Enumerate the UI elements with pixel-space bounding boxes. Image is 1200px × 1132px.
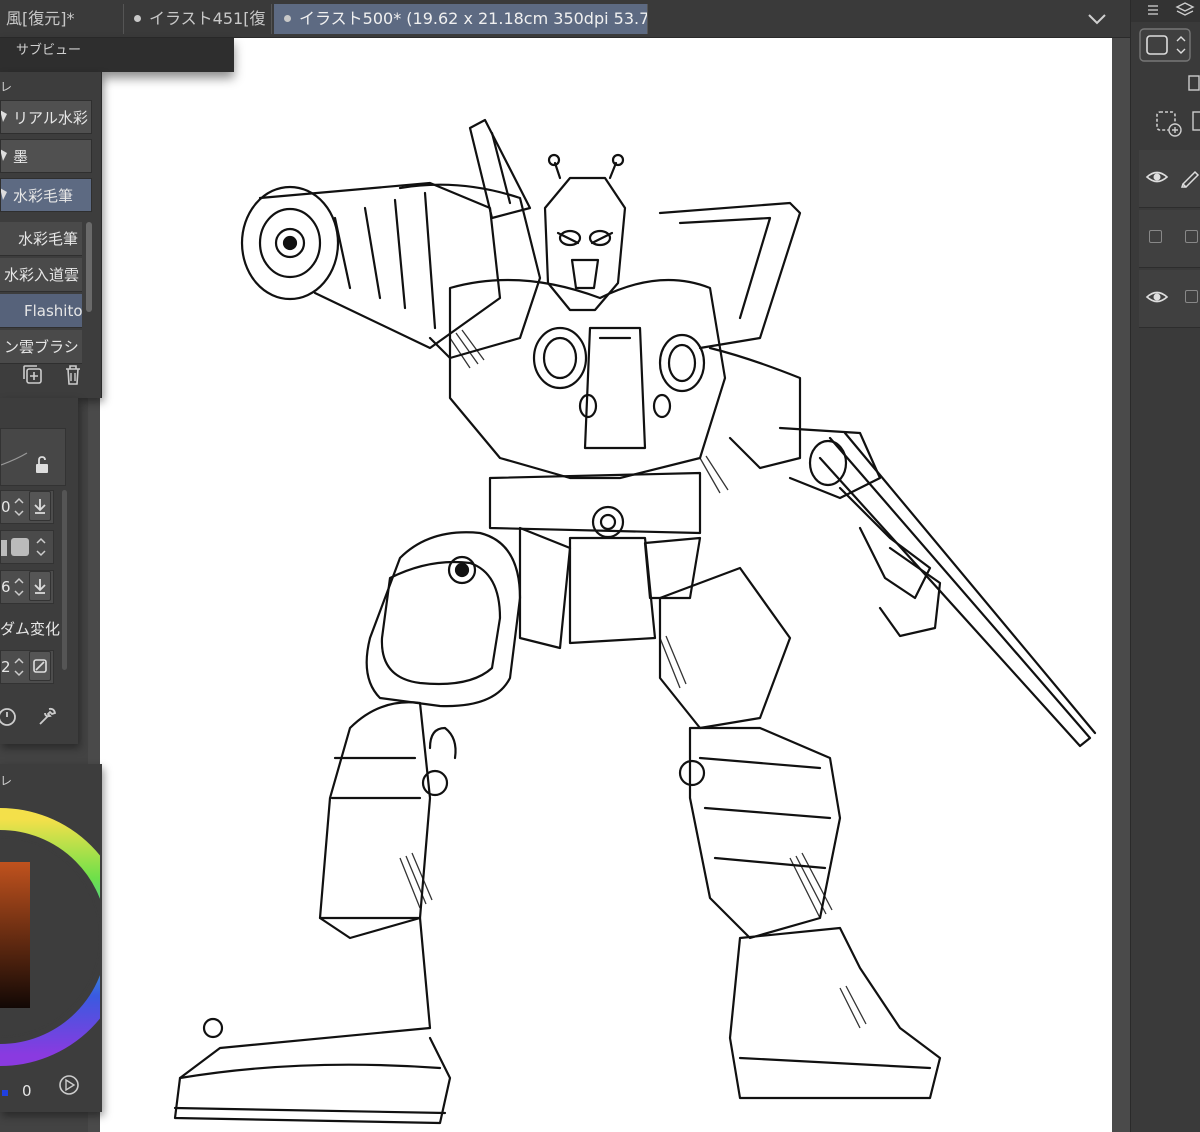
new-layer-icon[interactable] bbox=[1153, 108, 1183, 138]
visibility-checkbox[interactable] bbox=[1149, 230, 1162, 243]
tab-document-1[interactable]: 風[復元]* bbox=[0, 4, 124, 34]
layer-clip-icon[interactable] bbox=[1187, 108, 1200, 134]
brush-label: Flashito bbox=[24, 302, 82, 320]
panel-edge-label: レ bbox=[0, 80, 13, 94]
trash-icon[interactable] bbox=[60, 362, 86, 388]
brush-tip-icon bbox=[1, 188, 7, 200]
brush-group-label: 水彩毛筆 bbox=[13, 187, 74, 205]
layer-panel-header bbox=[1131, 0, 1200, 22]
shape-preview-icon bbox=[11, 538, 29, 556]
brush-list-item[interactable]: Flashito bbox=[0, 294, 82, 328]
menu-icon[interactable] bbox=[1145, 2, 1161, 18]
brush-palette-panel: レ リアル水彩 墨 水彩毛筆 水彩毛筆 水彩入道雲 Flashito ン雲ブラシ bbox=[0, 72, 102, 398]
lock-checkbox[interactable] bbox=[1185, 230, 1198, 243]
brush-group-label: リアル水彩 bbox=[13, 109, 88, 127]
spin-stepper-icon[interactable] bbox=[13, 654, 25, 680]
brush-tip-icon bbox=[1, 110, 7, 122]
brush-list-scrollbar[interactable] bbox=[86, 222, 92, 312]
color-value: 0 bbox=[22, 1082, 32, 1100]
brush-group-item[interactable]: 水彩毛筆 bbox=[0, 178, 92, 212]
panel-edge-label: レ bbox=[0, 774, 13, 788]
tool-property-panel: 0 6 ダム変化 2 bbox=[0, 398, 78, 744]
chevron-down-icon[interactable] bbox=[1086, 8, 1108, 30]
download-icon bbox=[34, 579, 46, 594]
download-button[interactable] bbox=[29, 491, 51, 521]
canvas-area[interactable] bbox=[88, 38, 1130, 1132]
robot-line-art-illustration bbox=[173, 118, 1097, 1125]
brush-group-item[interactable]: リアル水彩 bbox=[0, 100, 92, 134]
pencil-icon bbox=[1180, 170, 1200, 188]
download-button[interactable] bbox=[29, 571, 51, 601]
color-wheel[interactable] bbox=[0, 802, 100, 1072]
brush-label: 水彩毛筆 bbox=[18, 230, 79, 248]
pressure-icon bbox=[33, 659, 47, 673]
tab-label: イラスト500* (19.62 x 21.18cm 350dpi 53.7%) bbox=[299, 9, 648, 28]
brush-group-item[interactable]: 墨 bbox=[0, 139, 92, 173]
pressure-button[interactable] bbox=[29, 651, 51, 681]
drawing-canvas[interactable] bbox=[100, 38, 1112, 1132]
spin-stepper-icon[interactable] bbox=[35, 534, 47, 560]
layers-icon[interactable] bbox=[1175, 0, 1195, 20]
brush-list-item[interactable]: ン雲ブラシ bbox=[0, 330, 82, 364]
brush-label: ン雲ブラシ bbox=[4, 338, 79, 356]
color-wheel-panel: レ 0 bbox=[0, 764, 102, 1112]
brush-shape-field[interactable] bbox=[0, 530, 54, 564]
layer-row[interactable] bbox=[1139, 210, 1200, 268]
brush-tip-icon bbox=[1, 149, 7, 161]
eye-icon[interactable] bbox=[1145, 288, 1169, 306]
lock-checkbox[interactable] bbox=[1185, 290, 1198, 303]
duplicate-brush-icon[interactable] bbox=[20, 362, 46, 388]
spin-stepper-icon[interactable] bbox=[13, 574, 25, 600]
subview-menu[interactable]: サブビュー bbox=[0, 38, 234, 72]
brush-list-item[interactable]: 水彩毛筆 bbox=[0, 222, 82, 256]
unsaved-dot-icon bbox=[284, 15, 291, 22]
document-tab-bar: 風[復元]* イラスト451[復 イラスト500* (19.62 x 21.18… bbox=[0, 0, 1130, 38]
layer-row[interactable] bbox=[1139, 150, 1200, 208]
copy-layer-icon[interactable] bbox=[1181, 72, 1200, 94]
app-window: 風[復元]* イラスト451[復 イラスト500* (19.62 x 21.18… bbox=[0, 0, 1200, 1132]
brush-label: 水彩入道雲 bbox=[4, 266, 80, 284]
download-icon bbox=[34, 499, 46, 514]
brush-size-value: 0 bbox=[1, 498, 11, 516]
lock-icon[interactable] bbox=[33, 455, 51, 475]
layer-row[interactable] bbox=[1139, 270, 1200, 328]
tab-label: イラスト451[復 bbox=[149, 9, 266, 28]
unsaved-dot-icon bbox=[134, 15, 141, 22]
random-variation-label: ダム変化 bbox=[0, 620, 61, 638]
wrench-icon[interactable] bbox=[34, 704, 60, 730]
spin-stepper-icon[interactable] bbox=[13, 494, 25, 520]
brush-group-label: 墨 bbox=[13, 148, 29, 166]
tab-document-3[interactable]: イラスト500* (19.62 x 21.18cm 350dpi 53.7%) bbox=[274, 4, 648, 34]
play-icon[interactable] bbox=[58, 1074, 80, 1096]
reset-icon[interactable] bbox=[0, 704, 20, 730]
brush-density-value: 6 bbox=[1, 578, 11, 596]
layer-mode-button[interactable] bbox=[1139, 28, 1191, 62]
brush-stroke-preview bbox=[0, 428, 66, 486]
subview-label: サブビュー bbox=[16, 43, 82, 58]
tab-label: 風[復元]* bbox=[6, 9, 75, 28]
brush-param-value: 2 bbox=[1, 658, 11, 676]
property-scrollbar[interactable] bbox=[62, 490, 67, 670]
eye-icon[interactable] bbox=[1145, 168, 1169, 186]
tab-document-2[interactable]: イラスト451[復 bbox=[124, 4, 272, 34]
layer-panel bbox=[1130, 0, 1200, 1132]
shape-swatch bbox=[1, 540, 7, 556]
color-indicator bbox=[2, 1090, 8, 1096]
brush-list-item[interactable]: 水彩入道雲 bbox=[0, 258, 82, 292]
